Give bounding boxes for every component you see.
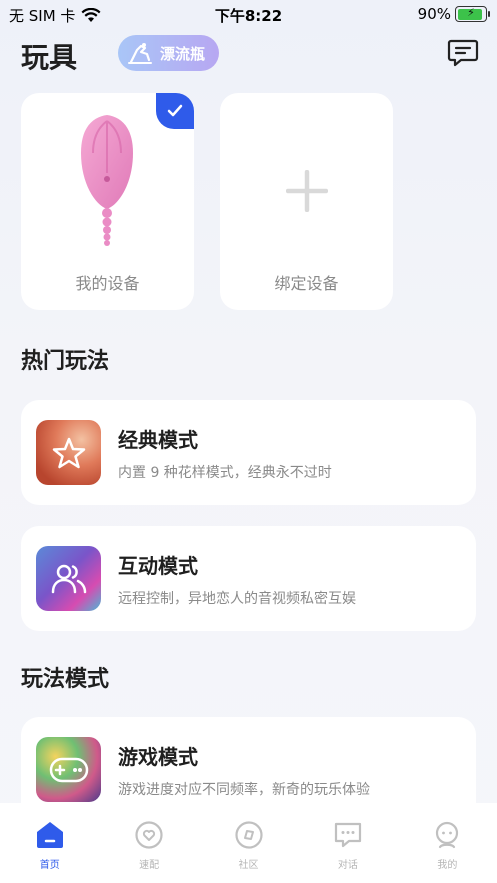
check-icon bbox=[167, 104, 183, 117]
mode-description: 远程控制，异地恋人的音视频私密互娱 bbox=[118, 591, 356, 607]
tab-bar: 首页 速配 社区 对话 我的 bbox=[0, 803, 497, 883]
tab-profile[interactable]: 我的 bbox=[398, 803, 497, 883]
drift-bottle-button[interactable]: 漂流瓶 bbox=[118, 35, 219, 71]
match-icon bbox=[134, 820, 164, 850]
bind-device-label: 绑定设备 bbox=[274, 274, 339, 293]
message-icon bbox=[447, 39, 479, 67]
users-icon bbox=[51, 564, 86, 593]
mode-title: 经典模式 bbox=[118, 428, 198, 452]
community-icon bbox=[234, 820, 264, 850]
tab-label: 首页 bbox=[39, 860, 60, 871]
my-device-card[interactable]: 我的设备 bbox=[21, 93, 194, 310]
interactive-mode-thumbnail bbox=[36, 546, 101, 611]
charging-bolt-icon: ⚡ bbox=[467, 6, 475, 19]
bottle-icon bbox=[126, 39, 154, 67]
chat-icon bbox=[333, 820, 363, 850]
mode-title: 游戏模式 bbox=[118, 745, 198, 769]
my-device-label: 我的设备 bbox=[75, 274, 140, 293]
game-mode-thumbnail bbox=[36, 737, 101, 802]
bind-device-card[interactable]: 绑定设备 bbox=[220, 93, 393, 310]
selected-badge bbox=[156, 93, 194, 129]
drift-bottle-label: 漂流瓶 bbox=[160, 44, 206, 63]
tab-community[interactable]: 社区 bbox=[199, 803, 298, 883]
header: 玩具 漂流瓶 bbox=[0, 28, 497, 80]
mode-title: 互动模式 bbox=[118, 554, 198, 578]
profile-icon bbox=[432, 820, 462, 850]
star-icon bbox=[52, 437, 85, 468]
status-bar: 无 SIM 卡 下午8:22 90% ⚡ bbox=[0, 0, 497, 28]
tab-label: 对话 bbox=[337, 860, 358, 871]
classic-mode-thumbnail bbox=[36, 420, 101, 485]
device-image bbox=[81, 115, 133, 246]
battery-icon: ⚡ bbox=[455, 6, 490, 22]
battery-percent: 90% bbox=[417, 5, 451, 23]
plus-icon bbox=[286, 170, 328, 212]
tab-label: 社区 bbox=[238, 860, 259, 871]
message-button[interactable] bbox=[447, 38, 479, 68]
classic-mode-card[interactable]: 经典模式 内置 9 种花样模式，经典永不过时 bbox=[21, 400, 476, 505]
tab-chat[interactable]: 对话 bbox=[298, 803, 397, 883]
tab-match[interactable]: 速配 bbox=[99, 803, 198, 883]
tab-home[interactable]: 首页 bbox=[0, 803, 99, 883]
hot-section-title: 热门玩法 bbox=[21, 349, 110, 374]
gamepad-icon bbox=[49, 757, 88, 782]
interactive-mode-card[interactable]: 互动模式 远程控制，异地恋人的音视频私密互娱 bbox=[21, 526, 476, 631]
home-icon bbox=[35, 820, 65, 850]
play-modes-section-title: 玩法模式 bbox=[21, 667, 110, 692]
page-title: 玩具 bbox=[21, 41, 78, 74]
status-right: 90% ⚡ bbox=[417, 5, 490, 23]
tab-label: 速配 bbox=[139, 860, 160, 871]
mode-description: 游戏进度对应不同频率，新奇的玩乐体验 bbox=[118, 782, 370, 798]
mode-description: 内置 9 种花样模式，经典永不过时 bbox=[118, 465, 332, 481]
tab-label: 我的 bbox=[437, 860, 458, 871]
